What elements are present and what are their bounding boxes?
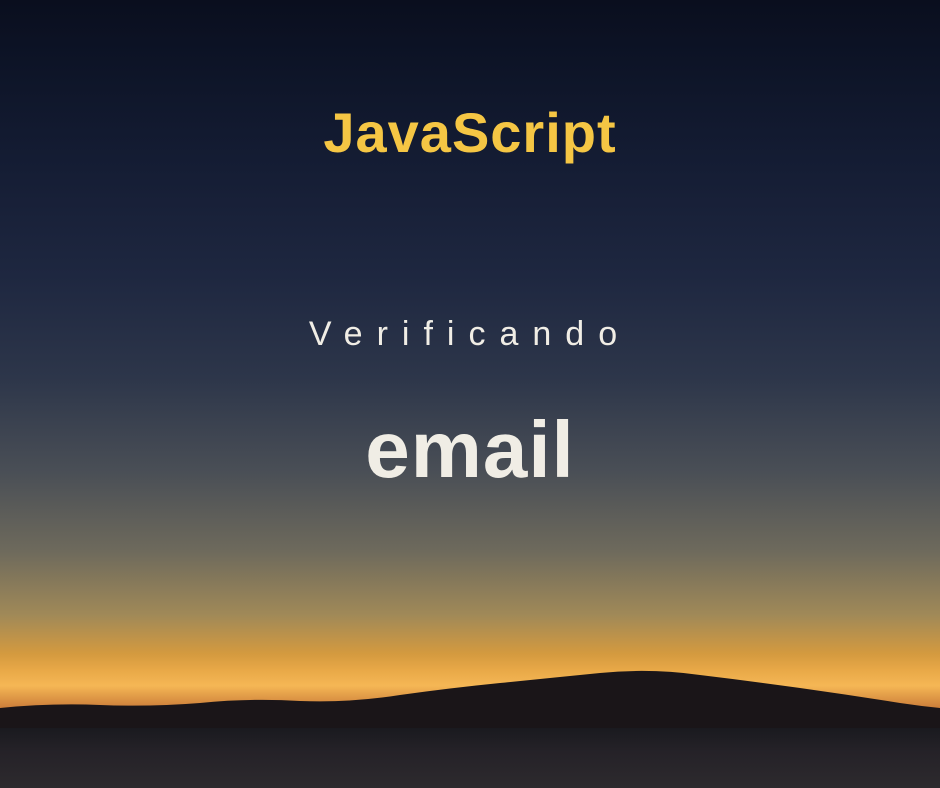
main-word: email xyxy=(365,404,575,496)
page-subtitle: Verificando xyxy=(309,315,631,354)
content-container: JavaScript Verificando email xyxy=(0,0,940,788)
page-title: JavaScript xyxy=(323,100,616,165)
